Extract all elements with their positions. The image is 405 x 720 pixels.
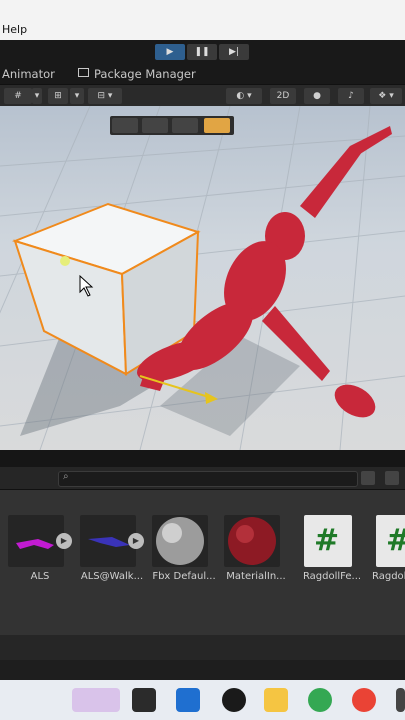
unity-icon[interactable] [222, 688, 246, 712]
search-icon: ⌕ [63, 471, 69, 482]
grid-icon[interactable]: ⊞ [48, 88, 68, 104]
audio-icon[interactable]: ♪ [338, 88, 364, 104]
file-explorer-icon[interactable] [264, 688, 288, 712]
scene-render [0, 106, 405, 450]
filter-icon[interactable] [361, 471, 375, 485]
lock-icon[interactable] [385, 471, 399, 485]
pause-button[interactable]: ❚❚ [187, 44, 217, 60]
asset-label: RagdollFe... [302, 571, 362, 582]
lighting-icon[interactable]: ● [304, 88, 330, 104]
asset-thumbnail [152, 515, 208, 567]
store-icon[interactable] [176, 688, 200, 712]
app-icon[interactable] [396, 688, 405, 712]
gizmo-dot [60, 256, 70, 266]
window-tabs: Animator Package Manager [0, 64, 405, 84]
box-selected-icon[interactable] [204, 118, 230, 133]
script-file-icon: # [304, 515, 352, 567]
asset-label: ALS@Walk... [80, 571, 144, 582]
chevron-down-icon[interactable]: ▾ [70, 88, 84, 104]
asset-label: MaterialIn... [226, 571, 286, 582]
play-icon[interactable]: ▶ [56, 533, 72, 549]
bottom-strip [0, 635, 405, 660]
package-icon [78, 68, 89, 77]
play-icon[interactable]: ▶ [128, 533, 144, 549]
asset-thumbnail [224, 515, 280, 567]
widgets-icon[interactable] [72, 688, 120, 712]
search-input[interactable]: ⌕ [58, 471, 358, 487]
view-tools-overlay [110, 116, 234, 135]
tab-animator[interactable]: Animator [2, 67, 55, 81]
step-button[interactable]: ▶| [219, 44, 249, 60]
cube-view-icon[interactable] [112, 118, 138, 133]
asset-label: Fbx Defaul... [152, 571, 216, 582]
scene-viewport[interactable] [0, 106, 405, 450]
chevron-down-icon[interactable]: ▾ [32, 88, 42, 104]
task-view-icon[interactable] [132, 688, 156, 712]
top-strip [0, 0, 405, 20]
playmode-bar: ▶ ❚❚ ▶| [0, 40, 405, 64]
effects-icon[interactable]: ❖ ▾ [370, 88, 402, 104]
scene-toolbar: # ▾ ⊞ ▾ ⊟ ▾ ◐ ▾ 2D ● ♪ ❖ ▾ [0, 84, 405, 107]
asset-label: ALS [30, 571, 50, 582]
taskbar [0, 680, 405, 720]
play-button[interactable]: ▶ [155, 44, 185, 60]
asset-label: Ragdoll [372, 571, 405, 582]
snap-increment-icon[interactable]: ⊟ ▾ [88, 88, 122, 104]
chrome-icon[interactable] [308, 688, 332, 712]
script-file-icon: # [376, 515, 405, 567]
grid-snap-icon[interactable]: # [4, 88, 32, 104]
box-tool-icon[interactable] [172, 118, 198, 133]
shading-mode-icon[interactable]: ◐ ▾ [226, 88, 262, 104]
rect-tool-icon[interactable] [142, 118, 168, 133]
status-bar [0, 660, 405, 680]
menu-help[interactable]: Help [2, 23, 27, 36]
tab-package-manager[interactable]: Package Manager [94, 67, 196, 81]
menu-bar: Help [0, 20, 405, 40]
mode-2d-button[interactable]: 2D [270, 88, 296, 104]
chrome-profile-icon[interactable] [352, 688, 376, 712]
panel-separator [0, 450, 405, 467]
